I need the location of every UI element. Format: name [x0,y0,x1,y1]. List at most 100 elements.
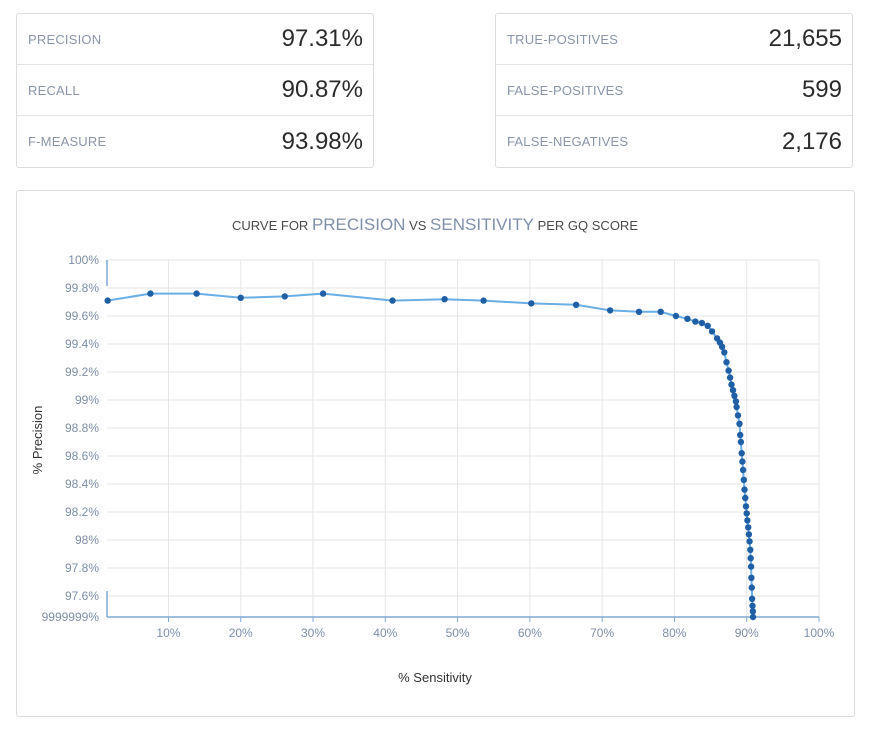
series-point [698,319,706,327]
series-point [684,315,691,322]
x-tick-label: 60% [518,626,542,640]
x-tick-label: 80% [662,626,686,640]
y-tick-label: 99.8% [65,281,99,295]
series-point [728,381,735,388]
series-point [741,486,748,493]
series-point [692,318,699,325]
metric-value: 97.31% [281,25,363,52]
series-point [736,420,743,427]
chart-series [104,290,757,621]
series-point [672,312,680,320]
y-tick-label: 97.6% [65,589,99,603]
y-tick-label: 98% [75,533,99,547]
series-point [748,574,755,581]
y-axis-label: % Precision [30,406,45,475]
series-point [738,450,745,457]
metric-value: 2,176 [781,127,842,155]
series-point [739,458,746,465]
series-point [147,290,154,297]
series-point [319,290,327,297]
y-tick-label: 99.2% [65,365,99,379]
metric-value: 93.98% [281,127,363,155]
metric-value: 599 [801,76,842,103]
metric-row-f-measure: F-MEASURE 93.98% [17,116,373,167]
metric-row-true-positives: TRUE-POSITIVES 21,655 [496,14,852,65]
series-point [745,524,752,531]
y-tick-label: 98.8% [65,421,99,435]
precision-sensitivity-chart: CURVE FOR PRECISION VS SENSITIVITY PER G… [30,215,835,685]
metric-value: 21,655 [768,25,842,52]
series-point [744,517,751,524]
chart-title-part: PER GQ SCORE [534,218,638,233]
x-tick-label: 90% [735,626,759,640]
metric-label: FALSE-NEGATIVES [507,134,629,149]
series-point [732,398,740,405]
series-point [740,476,747,483]
metric-value: 90.87% [281,76,363,103]
series-point [528,300,535,307]
series-point [731,392,738,399]
series-point [606,307,614,314]
series-point [726,374,734,381]
y-tick-label: 98.4% [65,477,99,491]
series-point [281,293,288,300]
x-tick-label: 40% [373,626,397,640]
series-point [708,328,716,335]
metric-label: RECALL [28,82,80,98]
metric-label: FALSE-POSITIVES [507,82,624,98]
series-point [746,538,753,545]
y-tick-label: 97.8% [65,561,99,575]
chart-title-emphasis: SENSITIVITY [430,215,534,234]
series-point [635,308,643,315]
series-point [729,387,737,394]
y-tick-label: 99% [75,393,99,407]
series-point [743,510,750,517]
precision-sensitivity-chart-card: CURVE FOR PRECISION VS SENSITIVITY PER G… [16,190,855,717]
y-tick-label: 98.6% [65,449,99,463]
x-tick-label: 70% [590,626,614,640]
chart-grid [107,259,820,617]
chart-title: CURVE FOR PRECISION VS SENSITIVITY PER G… [232,215,638,234]
series-point [193,290,200,297]
series-point [747,555,754,562]
metric-row-false-positives: FALSE-POSITIVES 599 [496,65,852,116]
series-point [749,602,756,609]
series-point [237,294,244,301]
series-point [747,563,755,570]
series-point [441,296,448,303]
series-point [748,584,755,591]
series-point [480,297,487,304]
series-point [389,297,396,304]
series-point [721,349,728,356]
x-tick-label: 30% [301,626,325,640]
series-point [745,531,753,538]
series-point [657,308,664,315]
chart-title-emphasis: PRECISION [312,215,406,234]
series-point [704,322,711,329]
x-tick-label: 100% [804,626,835,640]
summary-metrics-right: TRUE-POSITIVES 21,655 FALSE-POSITIVES 59… [495,13,853,168]
metric-row-recall: RECALL 90.87% [17,65,373,116]
metric-label: PRECISION [28,31,102,47]
y-tick-label: 100% [68,253,99,267]
series-point [747,546,754,553]
series-point [749,608,757,615]
y-tick-label: 98.2% [65,505,99,519]
x-axis-label: % Sensitivity [398,670,472,685]
chart-tick-labels: 100% 99.8% 99.6% 99.4% 99.2% 99% 98.8% 98.6% 98.… [42,253,835,640]
series-point [739,466,747,474]
chart-title-part: VS [405,218,430,233]
x-tick-label: 20% [229,626,253,640]
series-point [742,503,750,510]
series-point [104,297,111,304]
y-tick-label: 9999999% [42,610,100,624]
metric-label: F-MEASURE [28,134,107,149]
series-point [718,343,726,350]
series-point [748,595,756,602]
series-point [742,494,749,502]
series-point [723,359,730,366]
series-point [725,367,732,374]
series-point [733,403,740,411]
y-tick-label: 99.6% [65,309,99,323]
x-tick-label: 50% [446,626,470,640]
